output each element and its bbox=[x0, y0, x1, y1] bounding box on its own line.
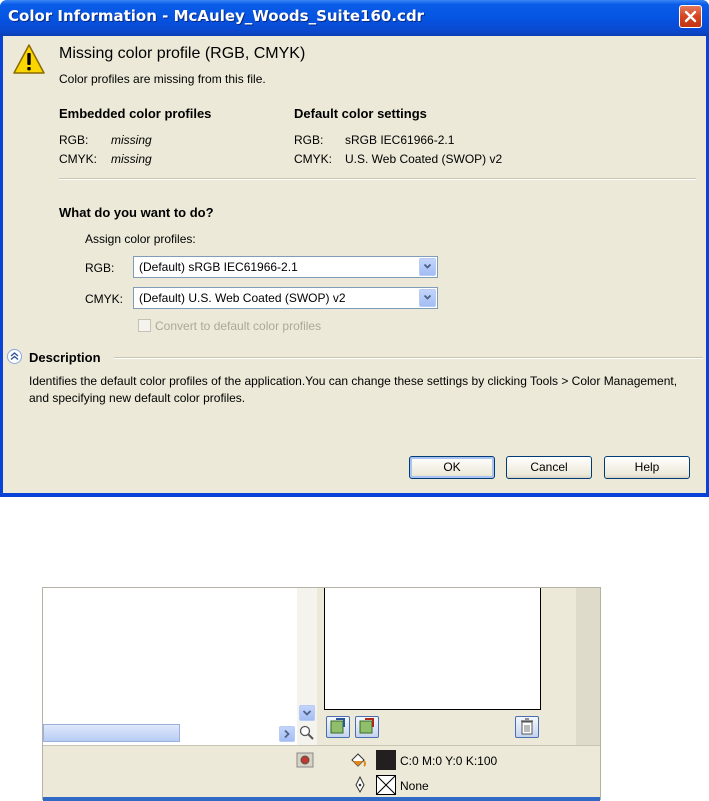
question-heading: What do you want to do? bbox=[59, 205, 214, 220]
default-cmyk-value: U.S. Web Coated (SWOP) v2 bbox=[345, 152, 503, 166]
title-bar[interactable]: Color Information - McAuley_Woods_Suite1… bbox=[0, 0, 709, 36]
description-header: Description bbox=[29, 350, 101, 365]
chevron-right-icon bbox=[284, 729, 290, 739]
embedded-profiles-header: Embedded color profiles bbox=[59, 106, 212, 121]
fill-bucket-icon bbox=[351, 753, 366, 767]
heading: Missing color profile (RGB, CMYK) bbox=[59, 45, 306, 62]
rgb-dropdown-button[interactable] bbox=[419, 258, 436, 276]
convert-checkbox[interactable] bbox=[138, 319, 151, 332]
assign-profiles-label: Assign color profiles: bbox=[85, 232, 196, 246]
collapse-up-icon bbox=[10, 352, 19, 361]
color-proof-icon[interactable] bbox=[296, 752, 314, 768]
color-information-dialog: Color Information - McAuley_Woods_Suite1… bbox=[0, 0, 709, 497]
embedded-cmyk-label: CMYK: bbox=[59, 152, 98, 166]
rgb-select-label: RGB: bbox=[85, 261, 115, 275]
vertical-scrollbar[interactable] bbox=[297, 588, 317, 745]
default-settings-header: Default color settings bbox=[294, 106, 427, 121]
trash-icon bbox=[521, 718, 533, 735]
outline-pen-icon bbox=[355, 776, 365, 794]
outline-color-value: None bbox=[400, 779, 429, 793]
cmyk-dropdown-button[interactable] bbox=[419, 289, 436, 307]
right-edge-strip bbox=[576, 588, 600, 745]
add-color-style-button[interactable] bbox=[326, 716, 350, 738]
cmyk-profile-select[interactable]: (Default) U.S. Web Coated (SWOP) v2 bbox=[133, 287, 438, 309]
scroll-down-button[interactable] bbox=[299, 705, 315, 721]
rgb-profile-select-value: (Default) sRGB IEC61966-2.1 bbox=[139, 260, 298, 274]
cmyk-profile-select-value: (Default) U.S. Web Coated (SWOP) v2 bbox=[139, 291, 346, 305]
help-button[interactable]: Help bbox=[604, 456, 690, 479]
description-divider bbox=[114, 357, 703, 359]
embedded-rgb-value: missing bbox=[111, 133, 152, 147]
chevron-down-icon bbox=[424, 294, 431, 300]
rgb-profile-select[interactable]: (Default) sRGB IEC61966-2.1 bbox=[133, 256, 438, 278]
embedded-cmyk-value: missing bbox=[111, 152, 152, 166]
description-text: Identifies the default color profiles of… bbox=[29, 374, 678, 405]
preview-area bbox=[324, 588, 541, 710]
dialog-title: Color Information - McAuley_Woods_Suite1… bbox=[8, 7, 425, 25]
docker-panel: C:0 M:0 Y:0 K:100 None bbox=[42, 587, 601, 801]
chevron-down-icon bbox=[424, 263, 431, 269]
embedded-rgb-label: RGB: bbox=[59, 133, 89, 147]
close-icon bbox=[684, 10, 697, 23]
fill-color-value: C:0 M:0 Y:0 K:100 bbox=[400, 754, 498, 768]
bottom-accent-bar bbox=[43, 797, 600, 801]
cmyk-select-label: CMYK: bbox=[85, 292, 124, 306]
fill-color-swatch bbox=[376, 750, 396, 770]
description-collapse-button[interactable] bbox=[7, 349, 22, 364]
subheading: Color profiles are missing from this fil… bbox=[59, 72, 266, 86]
scroll-right-button[interactable] bbox=[279, 726, 295, 742]
horizontal-scroll-thumb[interactable] bbox=[43, 724, 180, 742]
cancel-button[interactable]: Cancel bbox=[506, 456, 592, 479]
zoom-icon[interactable] bbox=[299, 725, 315, 741]
delete-button[interactable] bbox=[515, 716, 539, 738]
no-color-icon bbox=[377, 776, 395, 794]
default-cmyk-label: CMYK: bbox=[294, 152, 333, 166]
default-rgb-label: RGB: bbox=[294, 133, 324, 147]
outline-color-swatch bbox=[376, 775, 396, 795]
convert-checkbox-label: Convert to default color profiles bbox=[155, 319, 322, 333]
default-rgb-value: sRGB IEC61966-2.1 bbox=[345, 133, 455, 147]
warning-icon bbox=[13, 44, 45, 74]
list-area bbox=[43, 588, 297, 745]
ok-button[interactable]: OK bbox=[409, 456, 495, 479]
section-divider bbox=[59, 178, 696, 180]
color-style-icon bbox=[330, 718, 345, 734]
harmony-icon bbox=[359, 718, 374, 734]
status-divider bbox=[43, 745, 600, 746]
add-harmony-button[interactable] bbox=[355, 716, 379, 738]
close-button[interactable] bbox=[679, 5, 702, 28]
chevron-down-icon bbox=[302, 710, 312, 716]
